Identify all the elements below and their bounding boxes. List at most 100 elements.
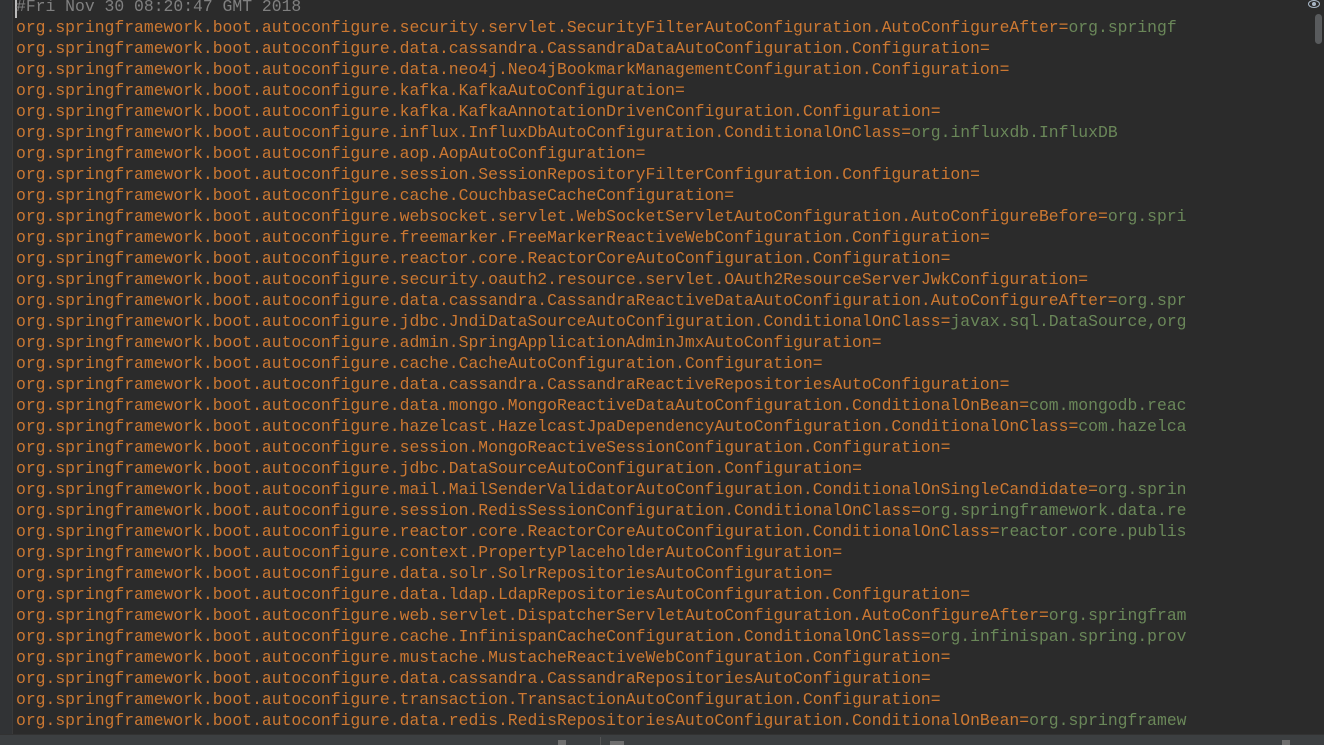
property-key: org.springframework.boot.autoconfigure.k… [16, 81, 676, 100]
property-key: org.springframework.boot.autoconfigure.f… [16, 228, 980, 247]
equals-sign: = [1078, 270, 1089, 289]
property-key: org.springframework.boot.autoconfigure.d… [16, 291, 1108, 310]
property-key: org.springframework.boot.autoconfigure.s… [16, 165, 971, 184]
equals-sign: = [999, 60, 1010, 79]
equals-sign: = [960, 585, 971, 604]
property-key: org.springframework.boot.autoconfigure.a… [16, 144, 636, 163]
equals-sign: = [1058, 18, 1069, 37]
vertical-scrollbar[interactable] [1315, 14, 1322, 44]
property-key: org.springframework.boot.autoconfigure.i… [16, 123, 902, 142]
property-line: org.springframework.boot.autoconfigure.d… [16, 584, 1187, 605]
property-line: org.springframework.boot.autoconfigure.w… [16, 605, 1187, 626]
property-line: org.springframework.boot.autoconfigure.h… [16, 416, 1187, 437]
property-line: org.springframework.boot.autoconfigure.d… [16, 710, 1187, 731]
equals-sign: = [1068, 417, 1079, 436]
equals-sign: = [940, 438, 951, 457]
property-line: org.springframework.boot.autoconfigure.t… [16, 689, 1187, 710]
property-value: reactor.core.publis [999, 522, 1187, 541]
status-settings-icon[interactable] [1282, 740, 1290, 745]
property-line: org.springframework.boot.autoconfigure.s… [16, 17, 1187, 38]
property-line: org.springframework.boot.autoconfigure.m… [16, 647, 1187, 668]
eye-icon[interactable] [1308, 0, 1320, 8]
equals-sign: = [675, 81, 685, 100]
property-line: org.springframework.boot.autoconfigure.k… [16, 80, 1187, 101]
property-key: org.springframework.boot.autoconfigure.d… [16, 711, 1020, 730]
property-key: org.springframework.boot.autoconfigure.c… [16, 354, 813, 373]
property-key: org.springframework.boot.autoconfigure.r… [16, 522, 990, 541]
property-key: org.springframework.boot.autoconfigure.m… [16, 648, 941, 667]
timestamp-comment: #Fri Nov 30 08:20:47 GMT 2018 [16, 0, 302, 16]
property-line: org.springframework.boot.autoconfigure.a… [16, 143, 1187, 164]
property-line: org.springframework.boot.autoconfigure.r… [16, 248, 1187, 269]
equals-sign: = [1019, 396, 1030, 415]
property-key: org.springframework.boot.autoconfigure.d… [16, 585, 961, 604]
property-value: org.influxdb.InfluxDB [911, 123, 1118, 142]
equals-sign: = [911, 501, 921, 520]
status-widget-label[interactable] [610, 741, 624, 745]
property-key: org.springframework.boot.autoconfigure.w… [16, 207, 1098, 226]
equals-sign: = [989, 522, 1000, 541]
property-line: org.springframework.boot.autoconfigure.c… [16, 626, 1187, 647]
property-line: org.springframework.boot.autoconfigure.d… [16, 374, 1187, 395]
equals-sign: = [940, 648, 951, 667]
equals-sign: = [920, 627, 931, 646]
property-value: org.spr [1117, 291, 1187, 310]
property-key: org.springframework.boot.autoconfigure.d… [16, 669, 921, 688]
property-line: org.springframework.boot.autoconfigure.m… [16, 479, 1187, 500]
property-line: org.springframework.boot.autoconfigure.k… [16, 101, 1187, 122]
property-line: org.springframework.boot.autoconfigure.i… [16, 122, 1187, 143]
property-value: org.springf [1068, 18, 1177, 37]
property-line: org.springframework.boot.autoconfigure.d… [16, 290, 1187, 311]
equals-sign: = [930, 690, 941, 709]
property-key: org.springframework.boot.autoconfigure.s… [16, 270, 1079, 289]
property-line: org.springframework.boot.autoconfigure.s… [16, 500, 1187, 521]
equals-sign: = [832, 543, 843, 562]
equals-sign: = [940, 312, 951, 331]
equals-sign: = [979, 39, 990, 58]
code-editor[interactable]: #Fri Nov 30 08:20:47 GMT 2018 org.springf… [0, 0, 1324, 734]
property-key: org.springframework.boot.autoconfigure.w… [16, 606, 1039, 625]
equals-sign: = [1107, 291, 1118, 310]
properties-file-content[interactable]: #Fri Nov 30 08:20:47 GMT 2018 org.springf… [16, 0, 1187, 731]
property-line: org.springframework.boot.autoconfigure.d… [16, 563, 1187, 584]
property-key: org.springframework.boot.autoconfigure.s… [16, 501, 912, 520]
equals-sign: = [812, 354, 823, 373]
equals-sign: = [999, 375, 1010, 394]
property-key: org.springframework.boot.autoconfigure.c… [16, 186, 725, 205]
property-key: org.springframework.boot.autoconfigure.d… [16, 396, 1020, 415]
property-value: org.infinispan.spring.prov [930, 627, 1187, 646]
property-key: org.springframework.boot.autoconfigure.d… [16, 39, 980, 58]
property-key: org.springframework.boot.autoconfigure.j… [16, 459, 853, 478]
property-key: org.springframework.boot.autoconfigure.k… [16, 102, 931, 121]
property-line: org.springframework.boot.autoconfigure.d… [16, 38, 1187, 59]
property-key: org.springframework.boot.autoconfigure.s… [16, 438, 941, 457]
property-key: org.springframework.boot.autoconfigure.r… [16, 249, 941, 268]
equals-sign: = [970, 165, 980, 184]
property-line: org.springframework.boot.autoconfigure.j… [16, 458, 1187, 479]
property-value: org.springframework.data.re [920, 501, 1187, 520]
property-line: org.springframework.boot.autoconfigure.d… [16, 395, 1187, 416]
property-line: org.springframework.boot.autoconfigure.f… [16, 227, 1187, 248]
property-key: org.springframework.boot.autoconfigure.a… [16, 333, 872, 352]
property-key: org.springframework.boot.autoconfigure.d… [16, 564, 823, 583]
property-line: org.springframework.boot.autoconfigure.j… [16, 311, 1187, 332]
property-value: org.sprin [1097, 480, 1187, 499]
equals-sign: = [1038, 606, 1049, 625]
property-line: org.springframework.boot.autoconfigure.s… [16, 269, 1187, 290]
equals-sign: = [940, 249, 951, 268]
property-key: org.springframework.boot.autoconfigure.d… [16, 375, 1000, 394]
property-value: com.hazelca [1078, 417, 1187, 436]
editor-gutter [0, 0, 13, 734]
property-line: org.springframework.boot.autoconfigure.c… [16, 185, 1187, 206]
equals-sign: = [822, 564, 833, 583]
equals-sign: = [1088, 480, 1098, 499]
property-key: org.springframework.boot.autoconfigure.d… [16, 60, 1000, 79]
equals-sign: = [1097, 207, 1108, 226]
equals-sign: = [1019, 711, 1030, 730]
equals-sign: = [979, 228, 990, 247]
property-line: org.springframework.boot.autoconfigure.a… [16, 332, 1187, 353]
property-key: org.springframework.boot.autoconfigure.j… [16, 312, 941, 331]
equals-sign: = [901, 123, 912, 142]
status-widget-icon[interactable] [558, 740, 566, 745]
property-key: org.springframework.boot.autoconfigure.t… [16, 690, 931, 709]
